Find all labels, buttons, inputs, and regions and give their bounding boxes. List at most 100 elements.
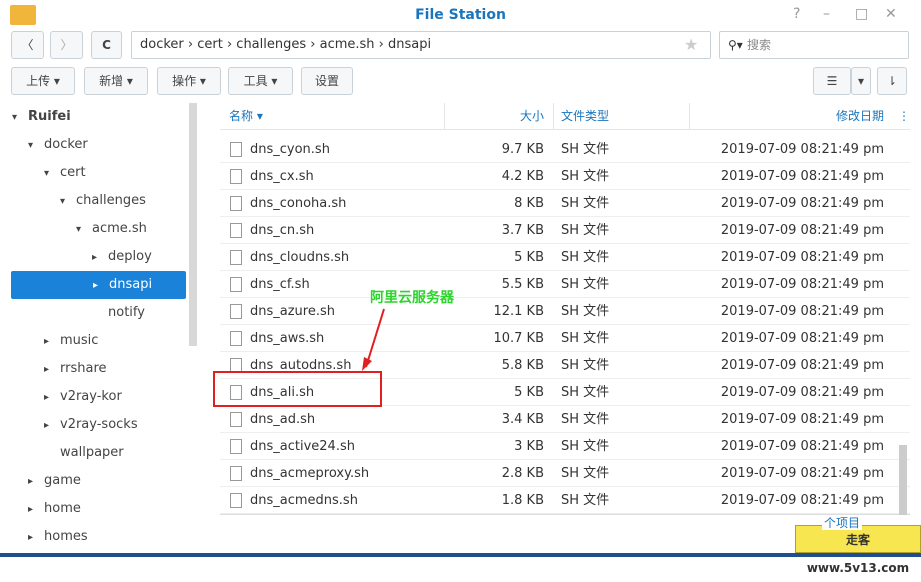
tree-item-game[interactable]: ▸ game [28, 467, 81, 495]
tree-item-challenges[interactable]: ▾ challenges [60, 187, 146, 215]
column-type[interactable]: 文件类型 [561, 103, 609, 130]
tree-item-rrshare[interactable]: ▸ rrshare [44, 355, 107, 383]
search-placeholder: 搜索 [747, 38, 772, 52]
tree-item-homes[interactable]: ▸ homes [28, 523, 88, 551]
file-icon [230, 223, 242, 238]
close-button[interactable]: ✕ [885, 6, 897, 22]
create-button[interactable]: 新增 ▾ [84, 67, 148, 95]
file-name: dns_aws.sh [250, 331, 325, 346]
expand-arrow-icon[interactable]: ▾ [60, 188, 76, 216]
forward-button[interactable]: 〉 [50, 31, 83, 59]
file-name: dns_cn.sh [250, 223, 315, 238]
tree-item-ruifei[interactable]: ▾ Ruifei [12, 103, 71, 131]
file-row[interactable]: dns_aws.sh 10.7 KB SH 文件 2019-07-09 08:21:4… [220, 325, 910, 352]
file-row[interactable]: dns_cx.sh 4.2 KB SH 文件 2019-07-09 08:21:49 … [220, 163, 910, 190]
expand-arrow-icon[interactable]: ▸ [28, 496, 44, 524]
refresh-button[interactable]: C [91, 31, 122, 59]
back-button[interactable]: 〈 [11, 31, 44, 59]
tree-item-home[interactable]: ▸ home [28, 495, 81, 523]
tree-item-label: rrshare [60, 361, 107, 376]
breadcrumb-item[interactable]: docker [140, 37, 184, 52]
help-button[interactable]: ? [793, 6, 800, 22]
expand-arrow-icon[interactable]: ▾ [28, 132, 44, 160]
file-icon [230, 142, 242, 157]
column-modified[interactable]: 修改日期 [820, 103, 884, 130]
breadcrumb[interactable]: docker › cert › challenges › acme.sh › d… [131, 31, 711, 59]
file-row[interactable]: dns_cyon.sh 9.7 KB SH 文件 2019-07-09 08:21:4… [220, 136, 910, 163]
file-modified: 2019-07-09 08:21:49 pm [720, 439, 884, 454]
file-type: SH 文件 [561, 169, 610, 184]
upload-button[interactable]: 上传 ▾ [11, 67, 75, 95]
file-row[interactable]: dns_cloudns.sh 5 KB SH 文件 2019-07-09 08:21:… [220, 244, 910, 271]
expand-arrow-icon[interactable]: ▾ [76, 216, 92, 244]
file-row[interactable]: dns_cf.sh 5.5 KB SH 文件 2019-07-09 08:21:49 … [220, 271, 910, 298]
file-name: dns_cloudns.sh [250, 250, 350, 265]
tree-item-label: v2ray-socks [60, 417, 138, 432]
search-input[interactable]: ⚲▾ 搜索 [719, 31, 909, 59]
file-size: 9.7 KB [501, 142, 544, 157]
tools-button[interactable]: 工具 ▾ [228, 67, 293, 95]
expand-arrow-icon[interactable]: ▸ [44, 384, 60, 412]
file-row[interactable]: dns_active24.sh 3 KB SH 文件 2019-07-09 08:21… [220, 433, 910, 460]
expand-arrow-icon[interactable]: ▾ [12, 104, 28, 132]
sort-button[interactable]: ⇂ [877, 67, 907, 95]
tree-item-docker[interactable]: ▾ docker [28, 131, 88, 159]
breadcrumb-item[interactable]: cert [197, 37, 223, 52]
file-size: 3.7 KB [501, 223, 544, 238]
file-type: SH 文件 [561, 331, 610, 346]
tree-item-label: music [60, 333, 99, 348]
expand-arrow-icon[interactable]: ▸ [28, 468, 44, 496]
tree-item-notify[interactable]: notify [92, 299, 145, 327]
expand-arrow-icon[interactable]: ▸ [44, 328, 60, 356]
action-button[interactable]: 操作 ▾ [157, 67, 221, 95]
breadcrumb-item[interactable]: challenges [236, 37, 306, 52]
tree-item-v2ray-kor[interactable]: ▸ v2ray-kor [44, 383, 122, 411]
list-scrollbar[interactable] [899, 445, 907, 515]
settings-button[interactable]: 设置 [301, 67, 353, 95]
expand-arrow-icon[interactable]: ▸ [44, 412, 60, 440]
tree-item-dnsapi[interactable]: ▸ dnsapi [11, 271, 186, 299]
expand-arrow-icon[interactable]: ▾ [44, 160, 60, 188]
file-type: SH 文件 [561, 250, 610, 265]
maximize-button[interactable]: □ [855, 6, 868, 22]
file-name: dns_ad.sh [250, 412, 316, 427]
file-row[interactable]: dns_ad.sh 3.4 KB SH 文件 2019-07-09 08:21:49 … [220, 406, 910, 433]
tree-item-deploy[interactable]: ▸ deploy [92, 243, 152, 271]
tree-item-label: v2ray-kor [60, 389, 122, 404]
expand-arrow-icon[interactable]: ▸ [92, 244, 108, 272]
breadcrumb-item[interactable]: acme.sh [320, 37, 375, 52]
file-row[interactable]: dns_conoha.sh 8 KB SH 文件 2019-07-09 08:21:4… [220, 190, 910, 217]
file-type: SH 文件 [561, 142, 610, 157]
file-modified: 2019-07-09 08:21:49 pm [720, 277, 884, 292]
tree-item-wallpaper[interactable]: wallpaper [44, 439, 124, 467]
view-dropdown-button[interactable]: ▾ [851, 67, 871, 95]
column-size[interactable]: 大小 [500, 103, 544, 130]
tree-item-cert[interactable]: ▾ cert [44, 159, 86, 187]
expand-arrow-icon[interactable]: ▸ [28, 524, 44, 552]
file-icon [230, 196, 242, 211]
window-title: File Station [415, 7, 506, 23]
file-row[interactable]: dns_acmeproxy.sh 2.8 KB SH 文件 2019-07-09 08… [220, 460, 910, 487]
minimize-button[interactable]: – [823, 6, 830, 22]
file-type: SH 文件 [561, 196, 610, 211]
column-options-icon[interactable]: ⋮ [898, 103, 910, 130]
tree-scrollbar[interactable] [189, 103, 197, 346]
expand-arrow-icon[interactable]: ▸ [93, 272, 109, 300]
folder-tree: ▾ Ruifei ▾ docker ▾ cert ▾ challenges ▾ acme.sh ▸ d… [0, 103, 200, 553]
file-type: SH 文件 [561, 223, 610, 238]
list-view-button[interactable]: ☰ [813, 67, 851, 95]
breadcrumb-item[interactable]: dnsapi [388, 37, 431, 52]
search-icon: ⚲▾ [728, 38, 747, 52]
tree-item-v2ray-socks[interactable]: ▸ v2ray-socks [44, 411, 138, 439]
file-row[interactable]: dns_azure.sh 12.1 KB SH 文件 2019-07-09 08:21… [220, 298, 910, 325]
file-row[interactable]: dns_acmedns.sh 1.8 KB SH 文件 2019-07-09 08:2… [220, 487, 910, 514]
file-row[interactable]: dns_cn.sh 3.7 KB SH 文件 2019-07-09 08:21:49 … [220, 217, 910, 244]
breadcrumb-separator: › [374, 37, 388, 52]
column-name[interactable]: 名称 ▾ [229, 103, 263, 130]
file-type: SH 文件 [561, 358, 610, 373]
file-icon [230, 331, 242, 346]
star-icon[interactable]: ★ [684, 35, 698, 54]
tree-item-acme-sh[interactable]: ▾ acme.sh [76, 215, 147, 243]
tree-item-music[interactable]: ▸ music [44, 327, 98, 355]
expand-arrow-icon[interactable]: ▸ [44, 356, 60, 384]
